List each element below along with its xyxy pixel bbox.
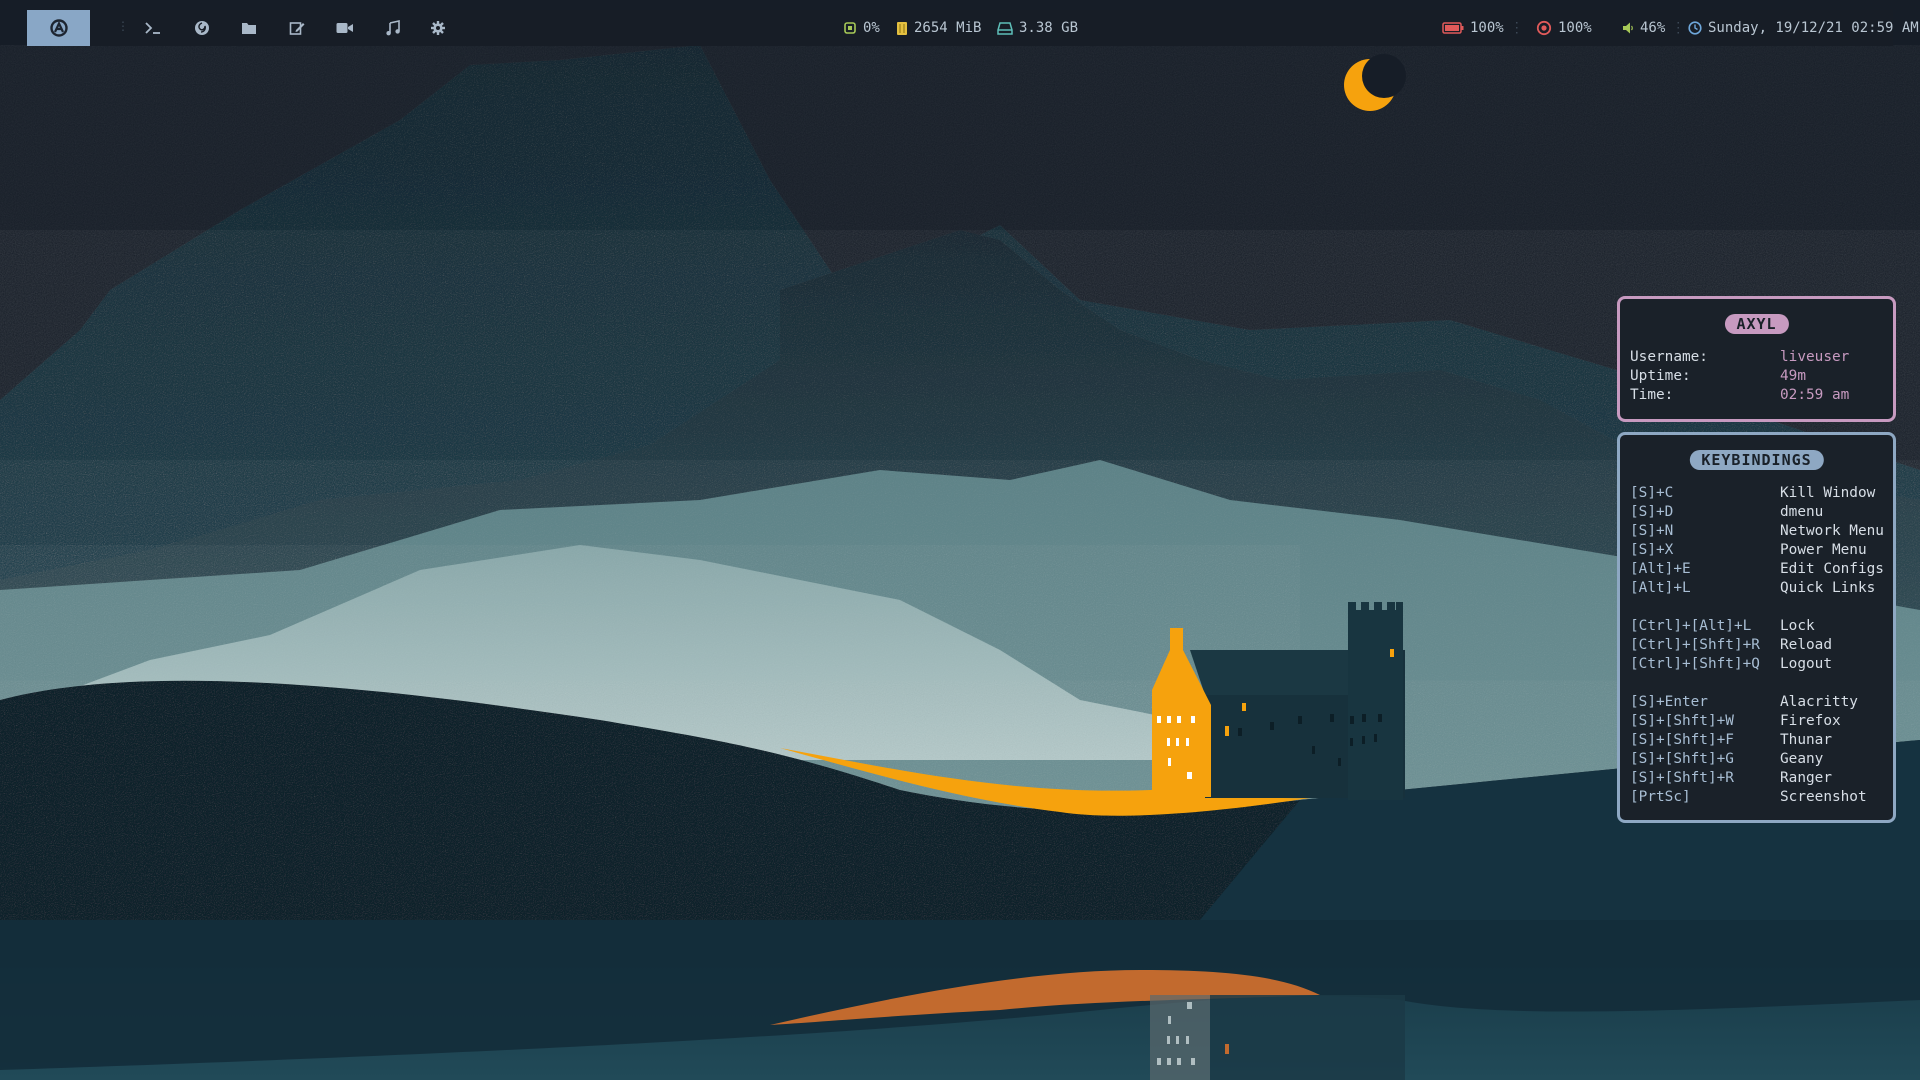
cpu-module: 0% [843,10,880,46]
top-bar: ⋮ 0% 2654 MiB 3.38 GB 100% ⋮ 100% 46% ⋮ … [27,10,1919,46]
keybinding-action: Thunar [1780,732,1832,748]
editor-launcher[interactable] [282,10,312,46]
keybinding-action: Edit Configs [1780,561,1884,577]
edit-icon [289,22,305,35]
keybinding-action: Kill Window [1780,485,1876,501]
info-label: Username: [1630,349,1708,365]
keybinding-row: [Alt]+E Edit Configs [1630,561,1887,580]
info-value: 49m [1780,368,1806,384]
keybinding-row: [S]+X Power Menu [1630,542,1887,561]
firefox-icon [195,21,209,35]
volume-module[interactable]: 46% ⋮ [1622,10,1685,46]
battery-module: 100% ⋮ [1442,10,1524,46]
files-launcher[interactable] [234,10,264,46]
keybinding-row: [Ctrl]+[Alt]+L Lock [1630,618,1887,637]
clock-module[interactable]: Sunday, 19/12/21 02:59 AM [1688,10,1919,46]
disk-icon [997,21,1013,35]
video-camera-icon [336,23,353,33]
keybinding-action: Power Menu [1780,542,1867,558]
gear-icon [431,21,445,35]
keybinding-action: dmenu [1780,504,1824,520]
info-value: liveuser [1780,349,1850,365]
terminal-launcher[interactable] [138,10,168,46]
memory-icon [897,21,907,35]
axyl-info-panel: AXYL Username: liveuser Uptime: 49m Time… [1617,296,1896,422]
keybinding-row: [S]+C Kill Window [1630,485,1887,504]
music-launcher[interactable] [378,10,408,46]
keybinding-action: Ranger [1780,770,1832,786]
keybindings-panel-title: KEYBINDINGS [1689,450,1824,470]
keybinding-row: [PrtSc] Screenshot [1630,789,1887,808]
keybinding-key: [S]+D [1630,504,1674,520]
keybinding-row: [S]+[Shft]+W Firefox [1630,713,1887,732]
battery-icon [1442,22,1464,34]
keybinding-action: Logout [1780,656,1832,672]
volume-level: 46% [1640,20,1666,36]
disk-module: 3.38 GB [997,10,1078,46]
date-time: Sunday, 19/12/21 02:59 AM [1708,20,1919,36]
keybinding-action: Lock [1780,618,1815,634]
folder-icon [242,23,256,34]
browser-launcher[interactable] [187,10,217,46]
volume-icon [1623,22,1633,34]
keybinding-action: Network Menu [1780,523,1884,539]
info-value: 02:59 am [1780,387,1850,403]
memory-module: 2654 MiB [896,10,981,46]
keybinding-row: [S]+[Shft]+F Thunar [1630,732,1887,751]
keybinding-key: [S]+[Shft]+R [1630,770,1734,786]
brightness-module[interactable]: 100% [1536,10,1592,46]
keybinding-row: [S]+[Shft]+G Geany [1630,751,1887,770]
keybinding-key: [S]+Enter [1630,694,1708,710]
settings-launcher[interactable] [423,10,453,46]
keybinding-key: [S]+[Shft]+F [1630,732,1734,748]
keybinding-key: [S]+N [1630,523,1674,539]
keybinding-key: [Ctrl]+[Shft]+Q [1630,656,1760,672]
bar-separator: ⋮ [1671,20,1686,36]
info-label: Time: [1630,387,1674,403]
battery-level: 100% [1470,20,1504,36]
keybinding-action: Geany [1780,751,1824,767]
keybinding-action: Quick Links [1780,580,1876,596]
keybinding-key: [S]+C [1630,485,1674,501]
cpu-usage: 0% [863,20,880,36]
keybinding-row: [Alt]+L Quick Links [1630,580,1887,599]
keybinding-row: [Ctrl]+[Shft]+Q Logout [1630,656,1887,675]
brightness-level: 100% [1558,20,1592,36]
terminal-icon [145,22,160,34]
clock-icon [1688,21,1702,35]
keybinding-key: [Ctrl]+[Alt]+L [1630,618,1752,634]
axyl-logo-icon [49,19,68,37]
keybinding-action: Reload [1780,637,1832,653]
video-launcher[interactable] [330,10,360,46]
keybinding-row: [Ctrl]+[Shft]+R Reload [1630,637,1887,656]
info-label: Uptime: [1630,368,1691,384]
keybinding-key: [Alt]+L [1630,580,1691,596]
keybinding-row: [S]+D dmenu [1630,504,1887,523]
music-note-icon [386,20,400,36]
brightness-icon [1536,20,1552,36]
keybinding-key: [S]+X [1630,542,1674,558]
info-row-time: Time: 02:59 am [1630,387,1887,406]
keybinding-action: Screenshot [1780,789,1867,805]
disk-usage: 3.38 GB [1019,20,1079,36]
keybinding-key: [PrtSc] [1630,789,1691,805]
bar-separator: ⋮ [117,19,129,33]
keybinding-row: [S]+N Network Menu [1630,523,1887,542]
axyl-panel-title: AXYL [1724,314,1789,334]
cpu-icon [844,22,856,34]
keybinding-row: [S]+[Shft]+R Ranger [1630,770,1887,789]
info-row-uptime: Uptime: 49m [1630,368,1887,387]
keybinding-key: [Ctrl]+[Shft]+R [1630,637,1760,653]
keybinding-key: [Alt]+E [1630,561,1691,577]
keybinding-action: Firefox [1780,713,1841,729]
keybinding-action: Alacritty [1780,694,1858,710]
info-row-username: Username: liveuser [1630,349,1887,368]
keybinding-row: [S]+Enter Alacritty [1630,694,1887,713]
menu-logo-button[interactable] [27,10,90,46]
keybindings-panel: KEYBINDINGS [S]+C Kill Window [S]+D dmenu … [1617,432,1896,823]
memory-usage: 2654 MiB [914,20,982,36]
bar-separator: ⋮ [1509,20,1524,36]
keybinding-key: [S]+[Shft]+W [1630,713,1734,729]
keybinding-key: [S]+[Shft]+G [1630,751,1734,767]
